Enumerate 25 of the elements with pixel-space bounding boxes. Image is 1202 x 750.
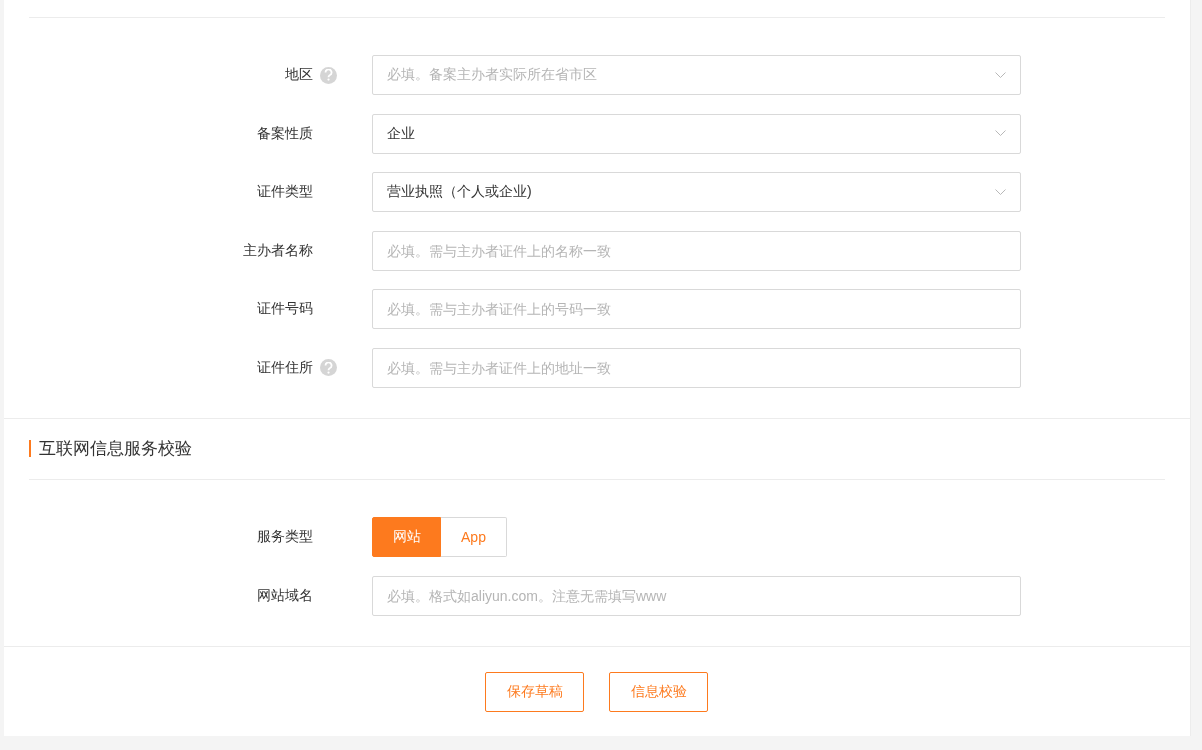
- field-label: 主办者名称: [242, 241, 313, 260]
- select-field[interactable]: 企业: [372, 113, 1021, 154]
- field-label: 证件号码: [256, 300, 313, 319]
- segment-tab[interactable]: App: [441, 516, 507, 557]
- select-field[interactable]: 必填。备案主办者实际所在省市区: [372, 55, 1021, 95]
- action-button[interactable]: 保存草稿: [485, 671, 584, 712]
- field-label: 备案性质: [256, 124, 313, 143]
- segment-tab[interactable]: 网站: [372, 516, 441, 557]
- input-field[interactable]: 必填。需与主办者证件上的地址一致: [372, 347, 1021, 388]
- field-label: 服务类型: [256, 527, 313, 546]
- chevron-down-icon: [995, 130, 1006, 138]
- chevron-down-icon: [995, 188, 1006, 196]
- field-label: 证件住所: [256, 358, 313, 377]
- field-label: 网站域名: [256, 586, 313, 605]
- chevron-down-icon: [995, 71, 1006, 79]
- field-label: 证件类型: [256, 183, 313, 202]
- field-label: 地区: [284, 66, 313, 84]
- help-icon[interactable]: [320, 359, 337, 377]
- input-field[interactable]: 必填。格式如aliyun.com。注意无需填写www: [372, 575, 1021, 616]
- input-field[interactable]: 必填。需与主办者证件上的号码一致: [372, 289, 1021, 330]
- section-title: 互联网信息服务校验: [39, 438, 192, 461]
- help-icon[interactable]: [320, 66, 337, 84]
- input-field[interactable]: 必填。需与主办者证件上的名称一致: [372, 230, 1021, 271]
- select-field[interactable]: 营业执照（个人或企业): [372, 172, 1021, 213]
- action-button[interactable]: 信息校验: [609, 671, 708, 712]
